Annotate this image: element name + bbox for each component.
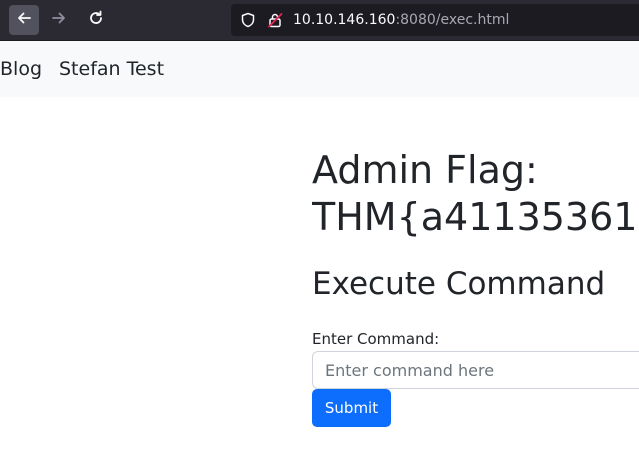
nav-link-blog[interactable]: Blog xyxy=(0,56,42,82)
flag-label: Admin Flag: xyxy=(312,148,538,192)
command-label: Enter Command: xyxy=(312,330,440,348)
execute-command-heading: Execute Command xyxy=(312,266,606,302)
url-host: 10.10.146.160 xyxy=(293,12,396,28)
url-path: :8080/exec.html xyxy=(395,12,510,28)
browser-toolbar: 10.10.146.160:8080/exec.html xyxy=(0,0,639,41)
address-bar[interactable]: 10.10.146.160:8080/exec.html xyxy=(231,4,639,36)
flag-value: THM{a4113536187c6e xyxy=(312,195,639,239)
insecure-lock-icon[interactable] xyxy=(267,12,283,32)
reload-button[interactable] xyxy=(81,5,111,35)
shield-icon[interactable] xyxy=(240,12,256,32)
reload-icon xyxy=(88,10,104,30)
url-text[interactable]: 10.10.146.160:8080/exec.html xyxy=(293,11,509,29)
admin-flag-heading: Admin Flag: THM{a4113536187c6e xyxy=(312,147,639,241)
site-navbar: Blog Stefan Test xyxy=(0,41,639,97)
forward-arrow-icon xyxy=(51,10,67,30)
back-arrow-icon xyxy=(16,10,32,30)
command-input[interactable] xyxy=(312,351,639,389)
forward-button[interactable] xyxy=(44,5,74,35)
main-content: Admin Flag: THM{a4113536187c6e Execute C… xyxy=(312,97,639,452)
submit-button[interactable]: Submit xyxy=(312,389,391,427)
nav-link-stefan-test[interactable]: Stefan Test xyxy=(59,56,164,82)
back-button[interactable] xyxy=(9,5,39,35)
